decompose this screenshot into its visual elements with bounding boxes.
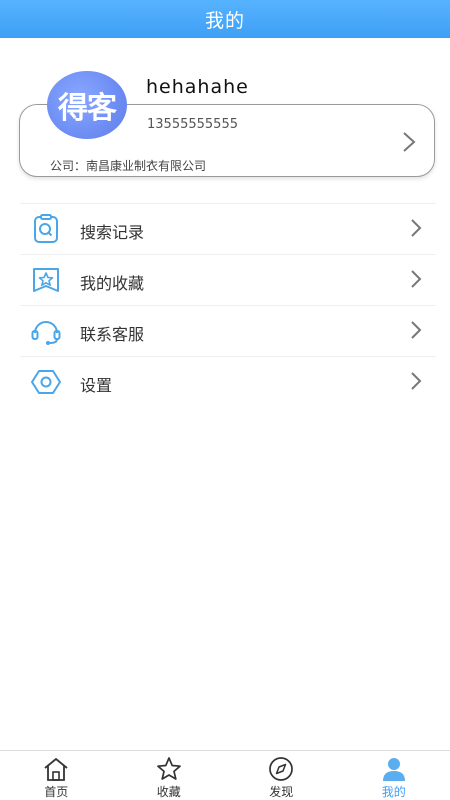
menu-list: 搜索记录 我的收藏 联系客服 设置 (20, 203, 436, 407)
company-name: 南昌康业制衣有限公司 (86, 159, 207, 173)
menu-label: 设置 (80, 376, 113, 395)
app-root: 我的 公司：南昌康业制衣有限公司 得客 hehahahe 13555555555… (0, 0, 450, 800)
nav-label: 首页 (44, 785, 69, 799)
menu-label: 搜索记录 (80, 223, 145, 242)
home-icon (44, 758, 68, 781)
star-icon (156, 757, 181, 780)
nav-label: 我的 (381, 785, 406, 799)
nav-label: 发现 (269, 785, 294, 799)
menu-item-search-record[interactable]: 搜索记录 (20, 203, 436, 254)
company-line: 公司：南昌康业制衣有限公司 (50, 157, 206, 174)
username: hehahahe (146, 76, 249, 98)
user-icon (382, 758, 405, 781)
chevron-right-icon (411, 270, 422, 288)
headset-icon (31, 321, 61, 345)
compass-icon (269, 757, 294, 781)
chevron-right-icon (403, 132, 416, 152)
company-label: 公司： (50, 159, 87, 173)
menu-label: 我的收藏 (80, 274, 145, 293)
nav-label: 收藏 (156, 785, 181, 799)
phone-number: 13555555555 (147, 117, 238, 132)
menu-item-settings[interactable]: 设置 (20, 356, 436, 407)
nav-tab-discover[interactable]: 发现 (225, 751, 338, 800)
nav-tab-favorites[interactable]: 收藏 (113, 751, 226, 800)
avatar-logo-text: 得客 (58, 91, 117, 126)
settings-hexagon-icon (31, 370, 61, 394)
chevron-right-icon (411, 321, 422, 339)
nav-tab-home[interactable]: 首页 (0, 751, 113, 800)
header-bar: 我的 (0, 0, 450, 38)
bottom-nav: 首页 收藏 发现 我的 (0, 750, 450, 800)
page-title: 我的 (204, 9, 245, 32)
avatar[interactable]: 得客 (47, 71, 127, 139)
favorite-star-icon (33, 268, 59, 292)
chevron-right-icon (411, 219, 422, 237)
menu-item-customer-service[interactable]: 联系客服 (20, 305, 436, 356)
chevron-right-icon (411, 372, 422, 390)
menu-item-favorites[interactable]: 我的收藏 (20, 254, 436, 305)
nav-tab-mine[interactable]: 我的 (338, 751, 450, 800)
menu-label: 联系客服 (80, 325, 145, 344)
search-record-icon (34, 214, 58, 243)
